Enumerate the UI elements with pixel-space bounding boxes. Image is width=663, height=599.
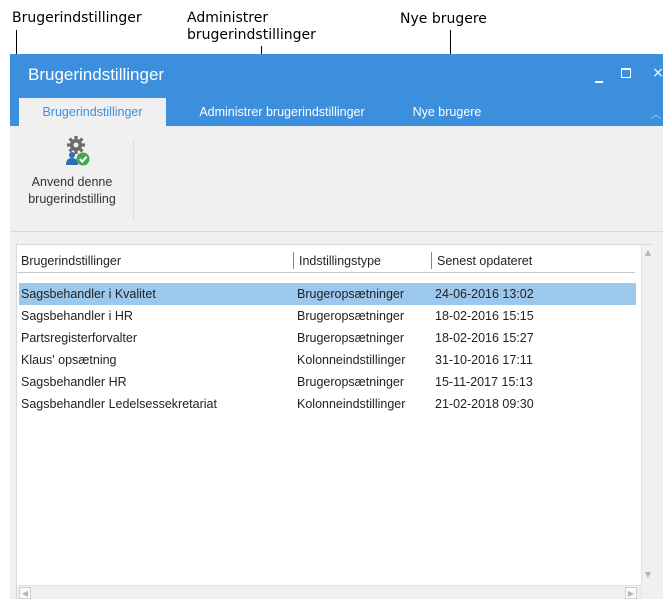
column-header-brugerindstillinger[interactable]: Brugerindstillinger	[21, 251, 121, 271]
table-row[interactable]: Sagsbehandler i Kvalitet Brugeropsætning…	[19, 283, 636, 305]
user-settings-grid: Brugerindstillinger Indstillingstype Sen…	[16, 244, 653, 599]
cell-updated: 15-11-2017 15:13	[435, 375, 533, 389]
callout-administrer-line1: Administrer	[187, 10, 269, 26]
table-row[interactable]: Klaus' opsætning Kolonneindstillinger 31…	[19, 349, 636, 371]
table-row[interactable]: Sagsbehandler i HR Brugeropsætninger 18-…	[19, 305, 636, 327]
cell-type: Kolonneindstillinger	[297, 353, 406, 367]
callout-nye-brugere: Nye brugere	[400, 11, 487, 27]
table-row[interactable]: Sagsbehandler Ledelsessekretariat Kolonn…	[19, 393, 636, 415]
cell-type: Kolonneindstillinger	[297, 397, 406, 411]
window-title: Brugerindstillinger	[28, 65, 165, 84]
cell-type: Brugeropsætninger	[297, 331, 405, 345]
title-bar: Brugerindstillinger ×	[10, 54, 663, 98]
table-row[interactable]: Partsregisterforvalter Brugeropsætninger…	[19, 327, 636, 349]
tab-nye-brugere[interactable]: Nye brugere	[402, 98, 492, 126]
column-separator[interactable]	[431, 252, 432, 269]
header-underline	[17, 272, 635, 273]
cell-name: Sagsbehandler i Kvalitet	[21, 287, 156, 301]
ribbon-separator	[133, 140, 134, 220]
scroll-up-icon[interactable]: ▲	[643, 247, 653, 259]
cell-name: Sagsbehandler Ledelsessekretariat	[21, 397, 217, 411]
cell-name: Sagsbehandler HR	[21, 375, 127, 389]
column-header-senest-opdateret[interactable]: Senest opdateret	[437, 251, 532, 271]
cell-type: Brugeropsætninger	[297, 309, 405, 323]
ribbon-tabs: Brugerindstillinger Administrer brugerin…	[10, 98, 663, 126]
callout-administrer-line2: brugerindstillinger	[187, 27, 316, 43]
tab-administrer-brugerindstillinger[interactable]: Administrer brugerindstillinger	[182, 98, 382, 126]
scroll-right-icon[interactable]: ▶	[625, 587, 637, 599]
cell-updated: 24-06-2016 13:02	[435, 287, 534, 301]
horizontal-scrollbar[interactable]: ◀ ▶	[17, 585, 641, 599]
cell-updated: 21-02-2018 09:30	[435, 397, 534, 411]
cell-name: Partsregisterforvalter	[21, 331, 138, 345]
column-header-indstillingstype[interactable]: Indstillingstype	[299, 251, 381, 271]
cell-updated: 18-02-2016 15:15	[435, 309, 534, 323]
table-row[interactable]: Sagsbehandler HR Brugeropsætninger 15-11…	[19, 371, 636, 393]
vertical-scrollbar[interactable]: ▲ ▼	[641, 245, 653, 599]
scroll-down-icon[interactable]: ▼	[643, 569, 653, 581]
ribbon-panel: Anvend denne brugerindstilling	[10, 126, 663, 232]
cell-updated: 31-10-2016 17:11	[435, 353, 533, 367]
cell-name: Klaus' opsætning	[21, 353, 117, 367]
cell-updated: 18-02-2016 15:27	[435, 331, 534, 345]
scroll-left-icon[interactable]: ◀	[19, 587, 31, 599]
cell-type: Brugeropsætninger	[297, 375, 405, 389]
minimize-icon[interactable]	[585, 54, 615, 98]
maximize-icon[interactable]	[612, 54, 642, 98]
callout-brugerindstillinger: Brugerindstillinger	[12, 10, 142, 26]
cell-type: Brugeropsætninger	[297, 287, 405, 301]
gear-check-icon	[66, 136, 90, 166]
close-icon[interactable]: ×	[643, 54, 663, 98]
cell-name: Sagsbehandler i HR	[21, 309, 133, 323]
apply-user-setting-button[interactable]: Anvend denne brugerindstilling	[12, 132, 132, 220]
column-separator[interactable]	[293, 252, 294, 269]
apply-user-setting-label: Anvend denne brugerindstilling	[28, 175, 116, 206]
tab-brugerindstillinger[interactable]: Brugerindstillinger	[19, 98, 166, 126]
app-window: Brugerindstillinger × Brugerindstillinge…	[10, 54, 663, 599]
collapse-ribbon-icon[interactable]: ︿	[651, 106, 661, 121]
